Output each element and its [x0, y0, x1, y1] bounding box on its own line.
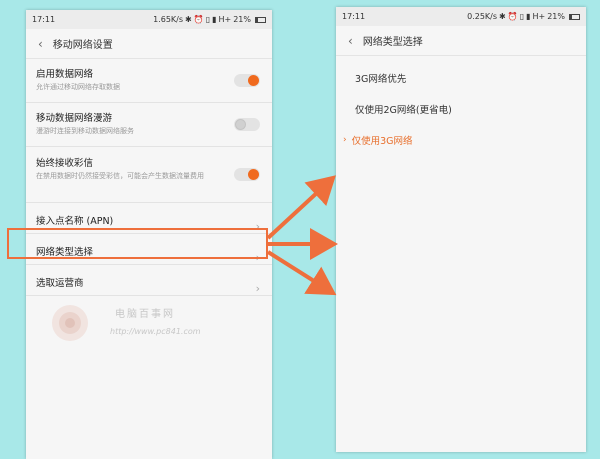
arrows-overlay	[266, 175, 338, 296]
arrow-icon	[266, 175, 336, 240]
arrow-icon	[266, 250, 337, 296]
